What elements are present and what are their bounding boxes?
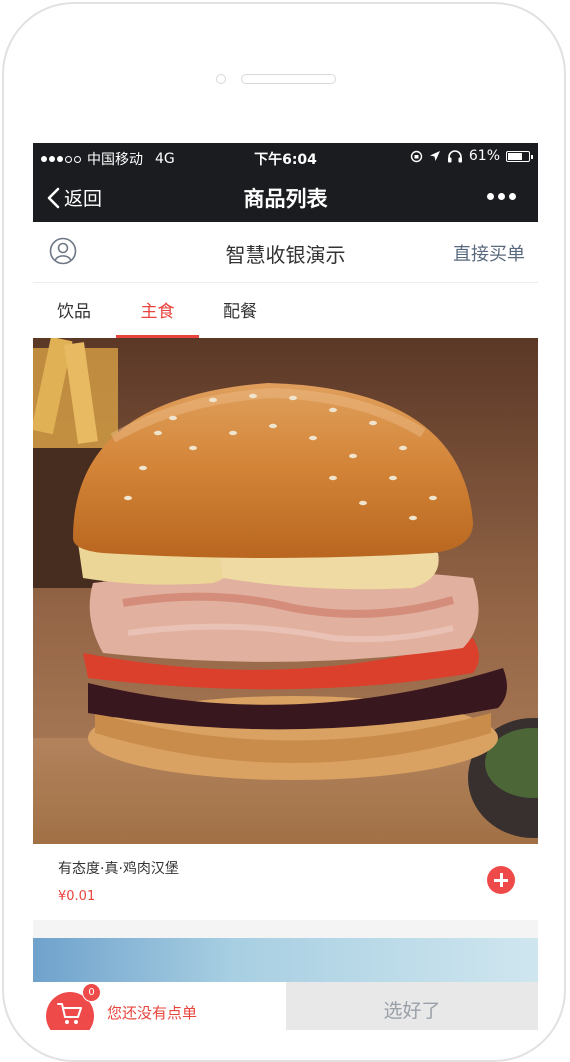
product-card: 有态度·真·鸡肉汉堡 ¥0.01 xyxy=(33,844,538,920)
app-screen: 中国移动 4G 下午6:04 61% 返回 商品列表 智慧收银演示 直接买单 饮… xyxy=(33,143,538,1030)
cart-status-text: 您还没有点单 xyxy=(107,1004,198,1022)
headphones-icon xyxy=(447,149,462,162)
battery-percent: 61% xyxy=(468,148,500,164)
user-profile-icon[interactable] xyxy=(49,237,77,265)
tab-main-food[interactable]: 主食 xyxy=(116,297,199,322)
store-header: 智慧收银演示 直接买单 xyxy=(33,222,538,283)
category-tabs: 饮品 主食 配餐 xyxy=(33,283,538,338)
back-label: 返回 xyxy=(64,188,103,210)
more-dots-icon[interactable] xyxy=(487,193,516,200)
cart-count-badge: 0 xyxy=(82,983,101,1002)
location-icon xyxy=(429,151,440,161)
add-to-cart-button[interactable] xyxy=(487,866,515,894)
back-button[interactable]: 返回 xyxy=(47,184,102,211)
list-divider xyxy=(33,920,538,938)
front-camera xyxy=(216,74,226,84)
product-price: ¥0.01 xyxy=(58,889,96,904)
product-name: 有态度·真·鸡肉汉堡 xyxy=(58,861,179,877)
earpiece-speaker xyxy=(241,74,336,84)
tab-drinks[interactable]: 饮品 xyxy=(41,297,107,322)
status-bar: 中国移动 4G 下午6:04 61% xyxy=(33,143,538,171)
nav-bar: 返回 商品列表 xyxy=(33,171,538,222)
page-title: 商品列表 xyxy=(243,187,328,211)
tab-side-dishes[interactable]: 配餐 xyxy=(207,297,273,322)
direct-buy-link[interactable]: 直接买单 xyxy=(453,240,525,266)
chevron-left-icon xyxy=(47,187,60,208)
orientation-lock-icon xyxy=(410,150,423,162)
battery-icon xyxy=(506,150,533,162)
cart-area: 0 您还没有点单 xyxy=(33,982,286,1030)
bottom-bar: 0 您还没有点单 选好了 xyxy=(33,982,538,1030)
done-button[interactable]: 选好了 xyxy=(286,982,538,1030)
shopping-cart-icon xyxy=(57,1003,82,1024)
burger-photo[interactable] xyxy=(33,338,538,844)
